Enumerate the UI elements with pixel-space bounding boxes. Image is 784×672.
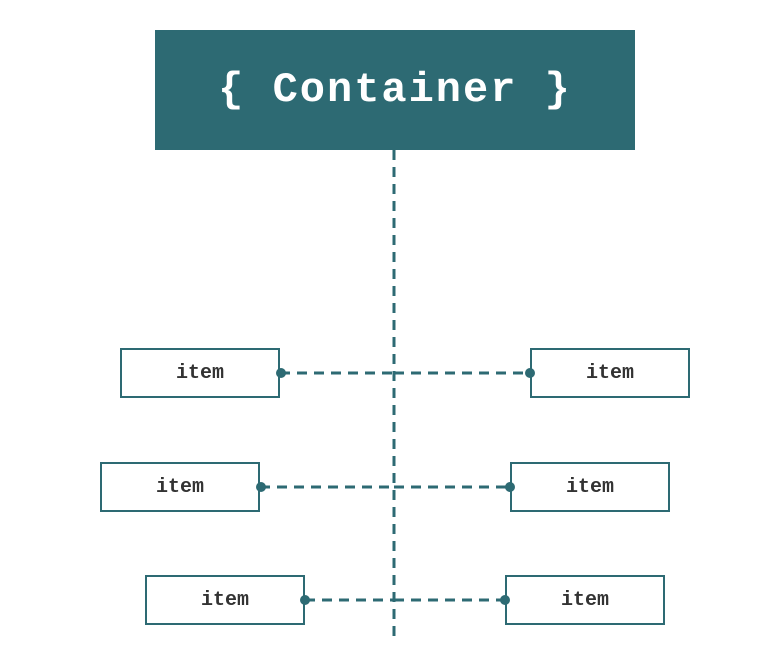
item-right-2: item: [510, 462, 670, 512]
dot-left-2: [256, 482, 266, 492]
dot-left-3: [300, 595, 310, 605]
dot-right-2: [505, 482, 515, 492]
container-header: { Container }: [155, 30, 635, 150]
item-left-3: item: [145, 575, 305, 625]
item-right-3: item: [505, 575, 665, 625]
dot-right-1: [525, 368, 535, 378]
container-title: { Container }: [218, 66, 572, 114]
dot-right-3: [500, 595, 510, 605]
dot-left-1: [276, 368, 286, 378]
item-left-1: item: [120, 348, 280, 398]
item-left-2: item: [100, 462, 260, 512]
item-right-1: item: [530, 348, 690, 398]
